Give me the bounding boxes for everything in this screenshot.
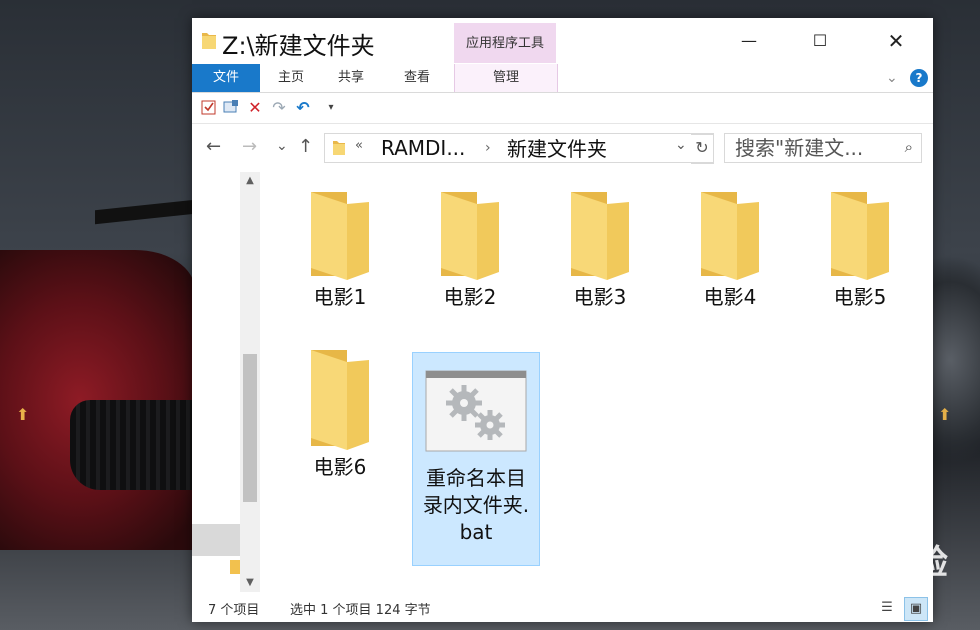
file-name-line-3: bat (459, 520, 493, 544)
watermark-logo: Baidu 经验 (752, 543, 949, 583)
file-name: 电影4 (703, 285, 757, 309)
breadcrumb-current-folder[interactable]: 新建文件夹 (507, 134, 607, 164)
car-arrow-icon: ⬆ (16, 405, 30, 424)
search-icon[interactable]: ⌕ (905, 138, 913, 156)
title-bar[interactable]: Z:\新建文件夹 应用程序工具 — ☐ ✕ (192, 18, 933, 64)
tab-share[interactable]: 共享 (322, 64, 380, 92)
maximize-button[interactable]: ☐ (797, 18, 843, 64)
navigation-pane-scrollbar[interactable]: ▲ ▼ (240, 172, 260, 592)
file-name: 电影1 (313, 285, 367, 309)
recent-locations-button[interactable]: ⌄ (276, 138, 288, 154)
folder-icon (202, 33, 216, 49)
up-button[interactable]: ↑ (298, 136, 313, 157)
explorer-window: Z:\新建文件夹 应用程序工具 — ☐ ✕ 文件 主页 共享 查看 管理 ⌄ ?… (192, 18, 933, 622)
folder-icon (333, 141, 345, 155)
folder-item[interactable]: 电影6 (276, 346, 404, 481)
properties-icon[interactable] (200, 99, 218, 117)
folder-icon (441, 192, 499, 280)
delete-icon[interactable]: ✕ (246, 99, 264, 117)
tab-view[interactable]: 查看 (386, 64, 448, 92)
new-folder-icon[interactable] (222, 99, 240, 117)
file-list: 电影1 电影2 电影3 电影4 电影5 电影6 重命名本目 录内文件夹. bat (260, 172, 933, 592)
batch-file-item[interactable]: 重命名本目 录内文件夹. bat (412, 352, 540, 566)
file-name: 电影3 (573, 285, 627, 309)
refresh-button[interactable]: ↻ (691, 134, 714, 164)
breadcrumb-ramdisk[interactable]: RAMDI... (381, 134, 465, 162)
close-button[interactable]: ✕ (873, 18, 919, 64)
file-name-line-1: 重命名本目 (426, 466, 526, 490)
car-arrow-icon: ⬆ (938, 405, 952, 424)
forward-button[interactable]: → (242, 136, 257, 157)
tab-file[interactable]: 文件 (192, 64, 260, 92)
selection-info: 选中 1 个项目 124 字节 (290, 603, 431, 618)
watermark-url: jingyan.baidu.com (760, 584, 871, 598)
customize-dropdown-icon[interactable]: ▾ (322, 99, 340, 117)
tool-tab-group-label: 应用程序工具 (454, 23, 556, 63)
scroll-up-arrow-icon[interactable]: ▲ (240, 172, 260, 190)
search-box[interactable]: 搜索"新建文... ⌕ (724, 133, 922, 163)
tab-home[interactable]: 主页 (262, 64, 320, 92)
undo-icon[interactable]: ↶ (294, 99, 312, 117)
expand-ribbon-chevron-icon[interactable]: ⌄ (886, 70, 898, 86)
folder-item[interactable]: 电影5 (796, 188, 924, 311)
navigation-bar: ← → ⌄ ↑ « RAMDI... › 新建文件夹 ⌄ ↻ 搜索"新建文...… (192, 124, 933, 172)
car-grille (70, 400, 195, 490)
redo-icon[interactable]: ↷ (270, 99, 288, 117)
batch-file-gear-icon (425, 370, 527, 452)
item-count: 7 个项目 (208, 603, 260, 618)
window-title: Z:\新建文件夹 (222, 32, 375, 60)
folder-item[interactable]: 电影1 (276, 188, 404, 311)
drive-icon (230, 560, 240, 574)
file-name: 电影2 (443, 285, 497, 309)
ribbon-tabs: 文件 主页 共享 查看 管理 (192, 64, 933, 93)
minimize-button[interactable]: — (726, 18, 772, 64)
folder-icon (831, 192, 889, 280)
navigation-pane[interactable] (192, 172, 240, 592)
breadcrumb-separator[interactable]: › (485, 136, 491, 160)
back-button[interactable]: ← (206, 136, 221, 157)
file-name: 电影6 (313, 455, 367, 479)
folder-item[interactable]: 电影3 (536, 188, 664, 311)
folder-icon (311, 192, 369, 280)
scrollbar-thumb[interactable] (243, 354, 257, 502)
scroll-down-arrow-icon[interactable]: ▼ (240, 574, 260, 592)
address-dropdown-icon[interactable]: ⌄ (675, 137, 687, 153)
help-button[interactable]: ? (910, 69, 928, 87)
folder-item[interactable]: 电影4 (666, 188, 794, 311)
navigation-pane-selected-item[interactable] (192, 524, 240, 556)
file-name: 电影5 (833, 285, 887, 309)
baidu-watermark: Baidu 经验 jingyan.baidu.com (752, 535, 972, 605)
folder-item[interactable]: 电影2 (406, 188, 534, 311)
search-placeholder: 搜索"新建文... (735, 136, 864, 160)
quick-access-toolbar: ✕ ↷ ↶ ▾ (192, 93, 933, 124)
file-name-line-2: 录内文件夹. (422, 493, 530, 517)
car-spoiler (95, 199, 195, 225)
tab-manage[interactable]: 管理 (454, 64, 558, 92)
folder-icon (571, 192, 629, 280)
address-overflow-button[interactable]: « (355, 138, 363, 153)
folder-icon (311, 350, 369, 450)
folder-icon (701, 192, 759, 280)
address-bar[interactable]: « RAMDI... › 新建文件夹 ⌄ (324, 133, 714, 163)
